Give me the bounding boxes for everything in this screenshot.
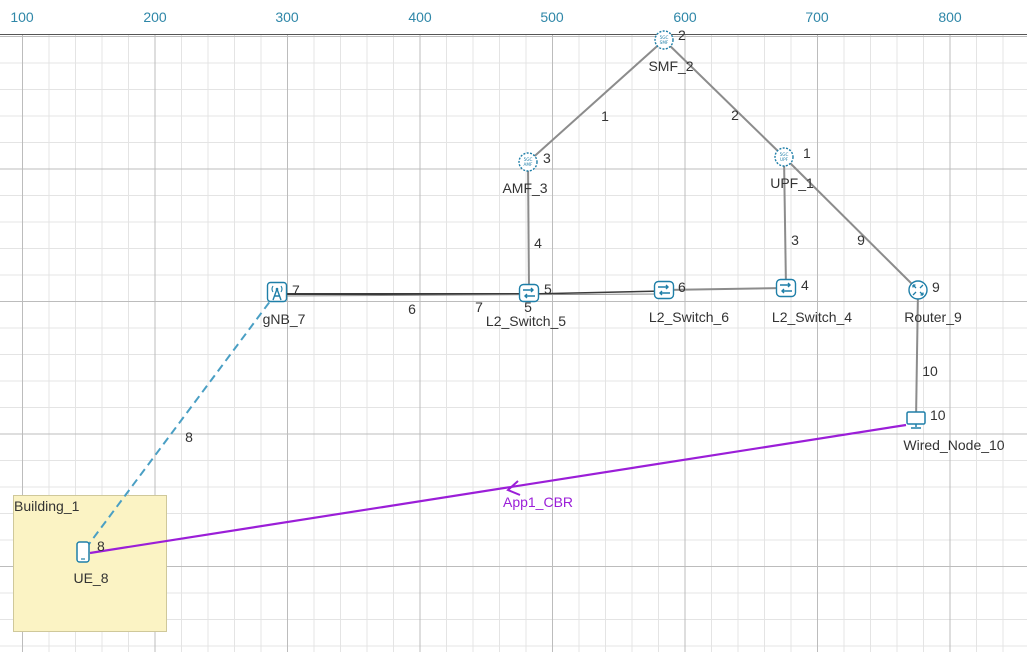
node-id: 8 (97, 538, 105, 554)
application-label[interactable]: App1_CBR (503, 494, 573, 510)
node-name: AMF_3 (502, 180, 548, 196)
gnb-antenna-icon[interactable] (266, 281, 288, 303)
link-label: 3 (791, 232, 799, 248)
link-label: 8 (185, 429, 193, 445)
node-name: L2_Switch_5 (485, 313, 567, 329)
link-label: 5 (524, 299, 532, 315)
svg-text:AMF: AMF (524, 162, 533, 167)
node-id: 7 (292, 282, 300, 298)
node-id: 1 (803, 145, 811, 161)
node-name: Wired_Node_10 (903, 437, 1005, 453)
node-id: 6 (678, 279, 686, 295)
node-id: 10 (930, 407, 946, 423)
node-name: gNB_7 (262, 311, 306, 327)
node-id: 5 (544, 281, 552, 297)
link-label: 4 (534, 235, 542, 251)
link-label: 9 (857, 232, 865, 248)
node-id: 2 (678, 27, 686, 43)
router-icon[interactable] (907, 279, 929, 301)
phone-icon[interactable] (72, 541, 94, 563)
switch-icon[interactable] (775, 277, 797, 299)
svg-text:UPF: UPF (780, 157, 789, 162)
node-id: 4 (801, 277, 809, 293)
link-label: 7 (475, 299, 483, 315)
link-label: 10 (922, 363, 938, 379)
wired-link-1[interactable] (527, 39, 665, 163)
node-id: 3 (543, 150, 551, 166)
switch-icon[interactable] (653, 279, 675, 301)
node-name: L2_Switch_6 (648, 309, 730, 325)
wireless-link-8[interactable] (82, 291, 278, 553)
node-name: UE_8 (73, 570, 109, 586)
smf-icon[interactable]: 5GC SMF (653, 29, 675, 51)
link-label: 1 (601, 108, 609, 124)
computer-icon[interactable] (905, 409, 927, 431)
application-flow-line[interactable] (89, 423, 907, 555)
amf-icon[interactable]: 5GC AMF (517, 151, 539, 173)
link-label: 6 (408, 301, 416, 317)
link-label: 2 (731, 107, 739, 123)
upf-icon[interactable]: 5GC UPF (773, 146, 795, 168)
application-arrow-icon (506, 480, 521, 496)
node-name: Router_9 (904, 309, 962, 325)
node-id: 9 (932, 279, 940, 295)
svg-text:SMF: SMF (660, 40, 669, 45)
node-name: SMF_2 (648, 58, 694, 74)
node-name: UPF_1 (770, 175, 814, 191)
node-name: L2_Switch_4 (771, 309, 853, 325)
